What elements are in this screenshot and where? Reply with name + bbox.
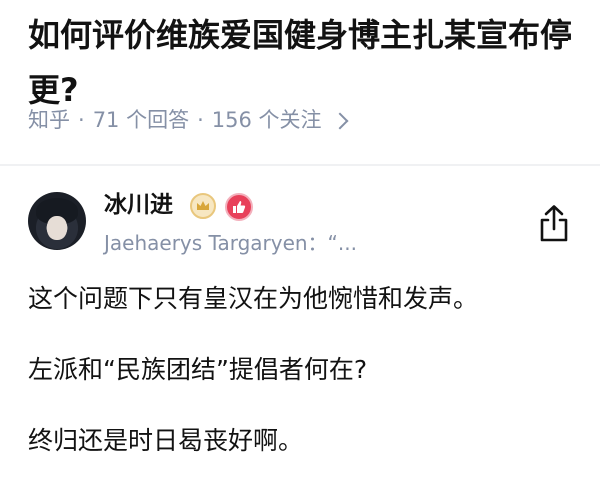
thumbs-up-badge-icon [225,193,253,221]
author-avatar[interactable] [28,192,86,250]
share-icon[interactable] [537,204,571,244]
follow-count: 156 个关注 [211,108,322,132]
answer-paragraph: 终归还是时日曷丧好啊。 [28,426,304,455]
crown-badge-icon [190,193,216,219]
author-name[interactable]: 冰川进 [104,189,173,221]
answer-content: 这个问题下只有皇汉在为他惋惜和发声。 左派和“民族团结”提倡者何在? 终归还是时… [28,280,578,455]
answer-count: 71 个回答 [92,108,190,132]
answer-paragraph: 左派和“民族团结”提倡者何在? [28,355,368,384]
section-divider [0,164,600,166]
separator-dot: · [78,108,85,132]
source-label: 知乎 [28,108,70,132]
question-title[interactable]: 如何评价维族爱国健身博主扎某宣布停更? [28,8,578,118]
separator-dot: · [197,108,204,132]
author-subtitle: Jaehaerys Targaryen：“... [104,231,357,255]
answer-page: 如何评价维族爱国健身博主扎某宣布停更? 知乎 · 71 个回答 · 156 个关… [0,0,600,501]
question-meta[interactable]: 知乎 · 71 个回答 · 156 个关注 [28,104,349,136]
chevron-right-icon [331,112,349,129]
avatar-face [47,216,67,240]
answer-paragraph: 这个问题下只有皇汉在为他惋惜和发声。 [28,284,479,313]
